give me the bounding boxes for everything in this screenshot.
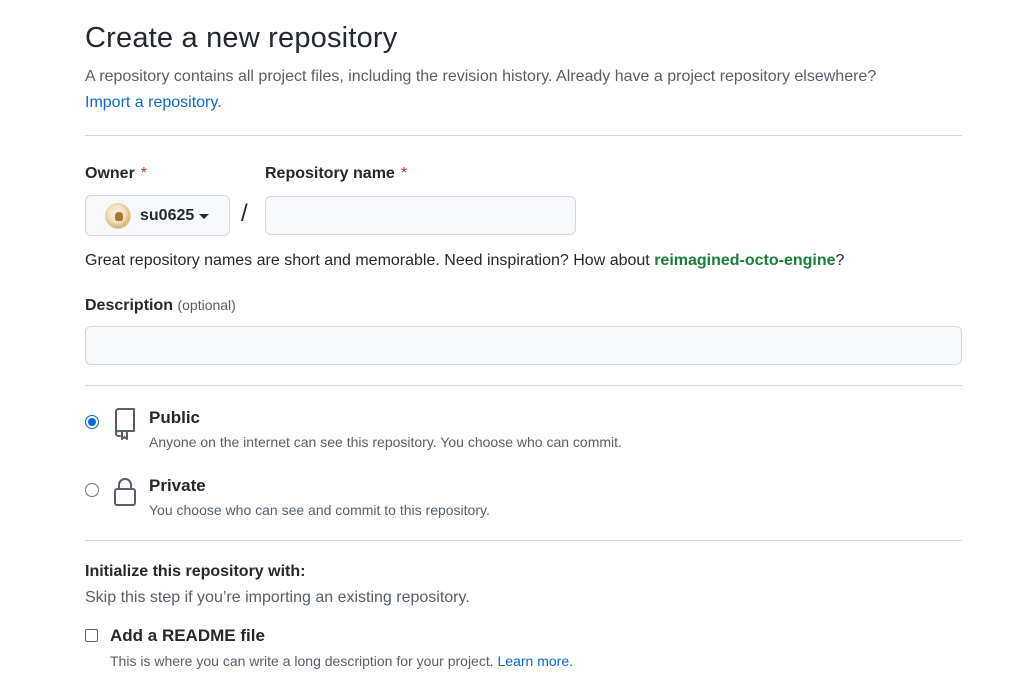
private-radio[interactable] bbox=[85, 483, 99, 497]
repository-name-input[interactable] bbox=[265, 196, 576, 235]
hint-suffix: ? bbox=[835, 252, 845, 269]
owner-label: Owner * bbox=[85, 165, 147, 183]
repository-name-label-text: Repository name bbox=[265, 165, 395, 182]
description-input[interactable] bbox=[85, 326, 962, 365]
chevron-down-icon bbox=[199, 214, 210, 219]
divider bbox=[85, 385, 962, 386]
divider bbox=[85, 135, 962, 136]
owner-name: su0625 bbox=[140, 206, 195, 224]
lock-icon bbox=[114, 478, 136, 506]
public-option-title[interactable]: Public bbox=[149, 408, 200, 428]
hint-text: Great repository names are short and mem… bbox=[85, 252, 650, 269]
name-suggestion[interactable]: reimagined-octo-engine bbox=[654, 252, 835, 269]
description-label-text: Description bbox=[85, 297, 174, 314]
required-mark: * bbox=[140, 165, 148, 182]
owner-label-text: Owner bbox=[85, 165, 135, 182]
optional-tag: (optional) bbox=[177, 297, 236, 313]
initialize-title: Initialize this repository with: bbox=[85, 563, 306, 580]
add-readme-description: This is where you can write a long descr… bbox=[110, 653, 573, 669]
page-title: Create a new repository bbox=[85, 22, 398, 54]
divider bbox=[85, 540, 962, 541]
public-option-description: Anyone on the internet can see this repo… bbox=[149, 434, 622, 450]
description-label: Description (optional) bbox=[85, 297, 236, 315]
repo-icon bbox=[115, 408, 135, 440]
avatar bbox=[105, 202, 131, 229]
repository-name-hint: Great repository names are short and mem… bbox=[85, 252, 844, 270]
readme-description-text: This is where you can write a long descr… bbox=[110, 653, 494, 669]
subtitle-text: A repository contains all project files,… bbox=[85, 68, 877, 85]
required-mark: * bbox=[400, 165, 408, 182]
private-option-description: You choose who can see and commit to thi… bbox=[149, 502, 490, 518]
public-radio[interactable] bbox=[85, 415, 99, 429]
initialize-subtitle: Skip this step if you’re importing an ex… bbox=[85, 589, 470, 606]
private-option-title[interactable]: Private bbox=[149, 476, 206, 496]
add-readme-checkbox[interactable] bbox=[85, 629, 98, 642]
owner-repo-separator: / bbox=[241, 200, 248, 227]
page-subtitle: A repository contains all project files,… bbox=[85, 64, 962, 116]
owner-select-button[interactable]: su0625 bbox=[85, 195, 230, 236]
add-readme-label[interactable]: Add a README file bbox=[110, 626, 265, 646]
import-repository-link[interactable]: Import a repository. bbox=[85, 94, 222, 111]
repository-name-label: Repository name * bbox=[265, 165, 407, 183]
learn-more-link[interactable]: Learn more. bbox=[498, 653, 573, 669]
